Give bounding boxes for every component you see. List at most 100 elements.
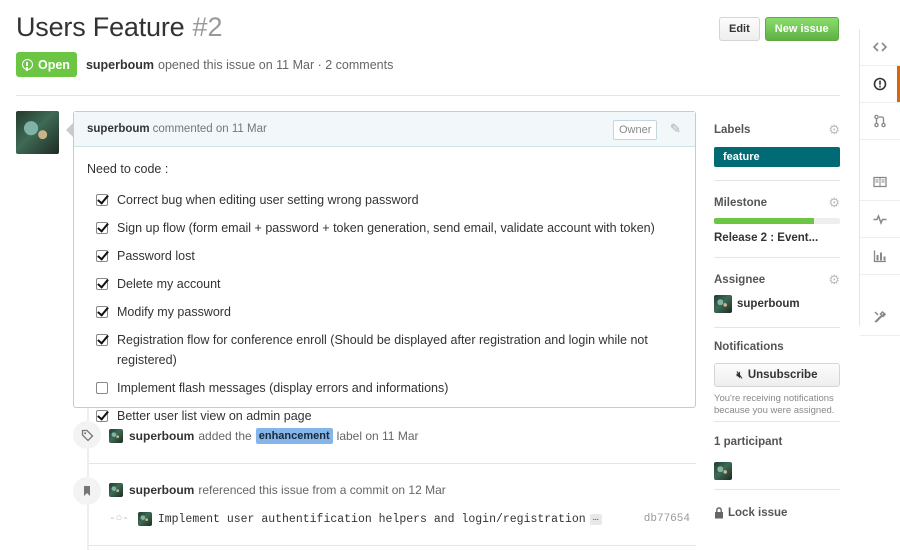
task-text: Password lost — [117, 249, 195, 263]
commit-row: -○- Implement user authentification help… — [109, 512, 690, 526]
task-item: Correct bug when editing user setting wr… — [87, 190, 682, 210]
milestone-gear-icon[interactable]: ⚙ — [828, 195, 840, 211]
settings-icon — [874, 310, 887, 323]
issue-comment: superboum commented on 11 Mar Owner ✎ Ne… — [66, 111, 696, 423]
task-checkbox[interactable] — [96, 250, 108, 262]
assignee-name[interactable]: superboum — [737, 298, 800, 310]
task-item: Modify my password — [87, 302, 682, 322]
task-text: Correct bug when editing user setting wr… — [117, 193, 419, 207]
reference-event: superboum referenced this issue from a c… — [109, 483, 446, 497]
task-text: Implement flash messages (display errors… — [117, 381, 449, 395]
event-text-before: added the — [198, 429, 252, 443]
tag-icon — [73, 421, 101, 449]
task-item: Implement flash messages (display errors… — [87, 378, 682, 398]
task-checkbox[interactable] — [96, 410, 108, 422]
comment-body: Need to code : Correct bug when editing … — [74, 147, 695, 426]
event-divider — [89, 545, 696, 546]
task-item: Password lost — [87, 246, 682, 266]
commit-expand-button[interactable]: … — [589, 513, 602, 525]
pulse-icon — [873, 213, 887, 226]
event-author-link[interactable]: superboum — [129, 483, 194, 497]
comment-intro: Need to code : — [87, 162, 169, 176]
task-checkbox[interactable] — [96, 222, 108, 234]
state-label: Open — [38, 57, 70, 72]
commit-author-avatar[interactable] — [137, 512, 152, 526]
repo-nav-rail — [859, 29, 900, 336]
state-badge: Open — [16, 52, 77, 77]
notifications-section: Notifications 🔇︎ Unsubscribe You're rece… — [714, 328, 840, 422]
lock-icon — [715, 507, 723, 519]
commit-sha[interactable]: db77654 — [644, 513, 690, 525]
participants-heading: 1 participant — [714, 436, 783, 448]
task-text: Better user list view on admin page — [117, 409, 312, 423]
task-text: Sign up flow (form email + password + to… — [117, 221, 655, 235]
enhancement-label[interactable]: enhancement — [255, 428, 333, 444]
label-event: superboum added the enhancement label on… — [109, 428, 418, 444]
issue-title: Users Feature — [16, 12, 185, 42]
task-checkbox[interactable] — [96, 278, 108, 290]
lock-issue-link[interactable]: Lock issue — [714, 507, 840, 519]
task-text: Registration flow for conference enroll … — [117, 333, 648, 367]
issue-opened-text: opened this issue on 11 Mar · 2 comments — [158, 57, 394, 72]
task-item: Better user list view on admin page — [87, 406, 682, 426]
issue-number: #2 — [192, 12, 223, 42]
event-author-link[interactable]: superboum — [129, 429, 194, 443]
task-text: Modify my password — [117, 305, 231, 319]
graph-icon — [873, 250, 886, 263]
code-icon — [873, 42, 887, 52]
assignee-section: Assignee ⚙ superboum — [714, 258, 840, 328]
labels-gear-icon[interactable]: ⚙ — [828, 122, 840, 138]
task-list: Correct bug when editing user setting wr… — [87, 190, 682, 426]
event-text-after: label on 11 Mar — [336, 429, 419, 443]
rail-settings[interactable] — [860, 299, 900, 336]
notifications-heading: Notifications — [714, 341, 784, 353]
task-item: Registration flow for conference enroll … — [87, 330, 682, 370]
assignee-avatar[interactable] — [714, 295, 732, 313]
assignee-heading: Assignee — [714, 274, 766, 286]
edit-button[interactable]: Edit — [719, 17, 760, 41]
task-checkbox[interactable] — [96, 306, 108, 318]
header-divider — [16, 95, 840, 96]
notification-reason: You're receiving notifications because y… — [714, 393, 835, 416]
task-item: Delete my account — [87, 274, 682, 294]
lock-issue-label: Lock issue — [728, 507, 788, 519]
edit-comment-pencil-icon[interactable]: ✎ — [670, 121, 681, 137]
rail-pulse[interactable] — [860, 201, 900, 238]
issue-title-row: Users Feature #2 — [16, 12, 223, 48]
event-avatar[interactable] — [109, 429, 123, 443]
issue-author-link[interactable]: superboum — [86, 58, 154, 72]
unsubscribe-button[interactable]: 🔇︎ Unsubscribe — [714, 363, 840, 387]
pull-request-icon — [874, 114, 886, 128]
owner-badge: Owner — [613, 120, 658, 140]
new-issue-button[interactable]: New issue — [764, 17, 839, 41]
labels-heading: Labels — [714, 124, 751, 136]
comment-timestamp[interactable]: commented on 11 Mar — [153, 123, 267, 135]
comment-author-avatar[interactable] — [16, 111, 59, 154]
rail-code[interactable] — [860, 29, 900, 66]
task-checkbox[interactable] — [96, 382, 108, 394]
labels-section: Labels ⚙ feature — [714, 111, 840, 181]
assignee-gear-icon[interactable]: ⚙ — [828, 272, 840, 288]
comment-author-link[interactable]: superboum — [87, 123, 150, 135]
milestone-title[interactable]: Release 2 : Event... — [714, 232, 840, 244]
mute-icon: 🔇︎ — [736, 369, 743, 381]
reference-text: referenced this issue from a commit on 1… — [198, 483, 446, 497]
task-checkbox[interactable] — [96, 194, 108, 206]
commit-message[interactable]: Implement user authentification helpers … — [158, 513, 586, 526]
rail-graphs[interactable] — [860, 238, 900, 275]
rail-issues[interactable] — [860, 66, 900, 103]
assignee-row[interactable]: superboum — [714, 295, 840, 313]
participant-avatar[interactable] — [714, 462, 732, 480]
rail-pull-requests[interactable] — [860, 103, 900, 140]
task-checkbox[interactable] — [96, 334, 108, 346]
milestone-progress-fill — [714, 218, 814, 224]
wiki-icon — [873, 176, 887, 188]
issue-sidebar: Labels ⚙ feature Milestone ⚙ Release 2 :… — [714, 111, 840, 519]
issue-meta: Open superboum opened this issue on 11 M… — [16, 52, 393, 77]
task-item: Sign up flow (form email + password + to… — [87, 218, 682, 238]
bookmark-icon — [73, 477, 101, 505]
header-actions: Edit New issue — [719, 17, 839, 41]
label-feature[interactable]: feature — [714, 147, 840, 167]
event-avatar[interactable] — [109, 483, 123, 497]
rail-wiki[interactable] — [860, 164, 900, 201]
